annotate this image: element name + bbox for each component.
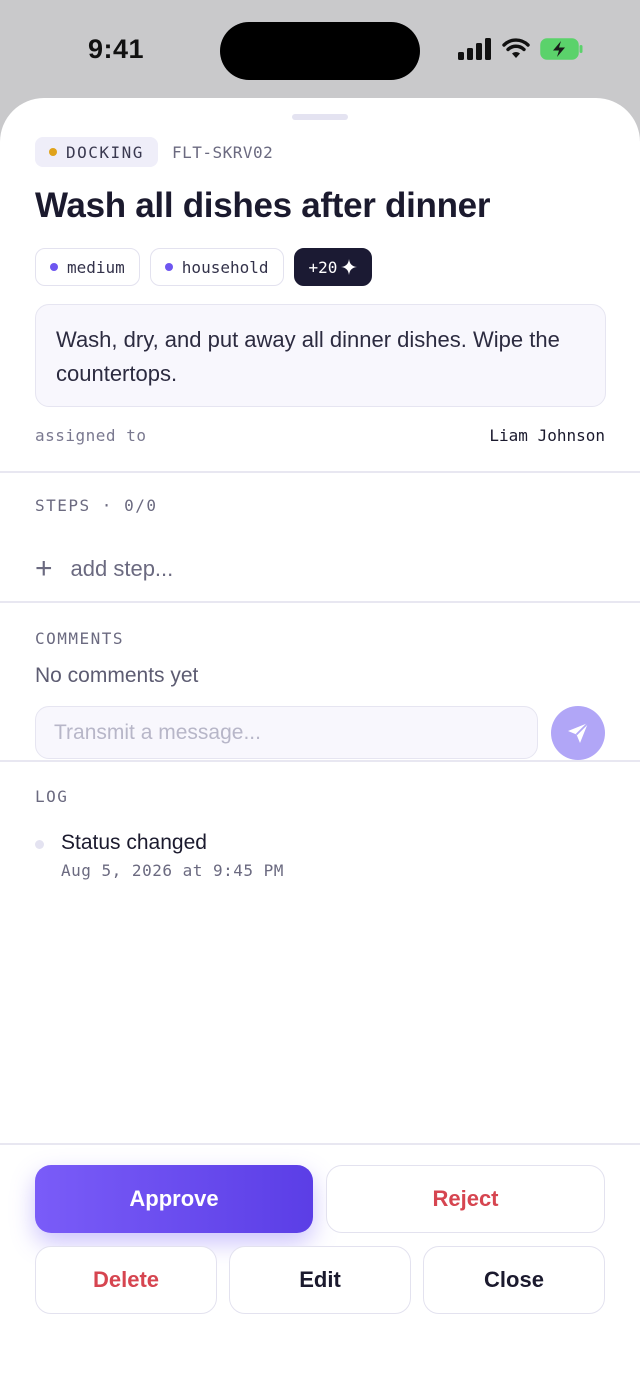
- steps-section-label: STEPS · 0/0: [35, 496, 158, 515]
- task-header: DOCKING FLT-SKRV02: [35, 137, 273, 167]
- tag-label: medium: [67, 257, 125, 277]
- divider: [0, 1143, 640, 1145]
- task-detail-sheet: DOCKING FLT-SKRV02 Wash all dishes after…: [0, 98, 640, 1391]
- status-badge: DOCKING: [35, 137, 158, 167]
- tag-dot: [164, 263, 173, 271]
- task-id: FLT-SKRV02: [171, 142, 274, 162]
- send-comment-button[interactable]: [551, 706, 605, 760]
- points-value: +20: [308, 257, 338, 277]
- wifi-icon: [502, 38, 530, 58]
- sparkle-icon: [341, 259, 358, 275]
- comment-input[interactable]: [35, 706, 538, 759]
- points-badge: +20: [293, 248, 373, 286]
- reject-button[interactable]: Reject: [326, 1165, 605, 1233]
- tag-dot: [50, 263, 58, 271]
- battery-charging-icon: [540, 38, 583, 60]
- assigned-label: assigned to: [35, 426, 147, 445]
- status-time: 9:41: [88, 34, 145, 64]
- plus-icon: +: [35, 552, 53, 585]
- no-comments-text: No comments yet: [35, 664, 199, 687]
- dynamic-island: [220, 22, 420, 80]
- cellular-signal-icon: [458, 38, 491, 60]
- task-tags: medium household +20: [35, 248, 373, 286]
- status-bar: 9:41: [0, 0, 640, 100]
- assigned-row: assigned to Liam Johnson: [35, 426, 605, 445]
- log-entry-text: Status changed: [61, 831, 207, 854]
- tag-label: household: [181, 257, 269, 277]
- status-dot: [49, 148, 57, 156]
- divider: [0, 471, 640, 473]
- add-step-button[interactable]: + add step...: [35, 554, 173, 584]
- status-label: DOCKING: [66, 142, 144, 162]
- tag-priority[interactable]: medium: [35, 248, 140, 286]
- log-dot: [35, 840, 44, 849]
- log-section-label: LOG: [35, 787, 69, 806]
- delete-button[interactable]: Delete: [35, 1246, 217, 1314]
- edit-button[interactable]: Edit: [229, 1246, 411, 1314]
- add-step-label: add step...: [70, 556, 174, 581]
- task-description: Wash, dry, and put away all dinner dishe…: [35, 304, 606, 407]
- comments-section-label: COMMENTS: [35, 629, 125, 648]
- log-entry-time: Aug 5, 2026 at 9:45 PM: [61, 861, 284, 880]
- paper-plane-icon: [568, 722, 589, 743]
- approve-button[interactable]: Approve: [35, 1165, 313, 1233]
- divider: [0, 760, 640, 762]
- tag-category[interactable]: household: [149, 248, 284, 286]
- close-button[interactable]: Close: [423, 1246, 605, 1314]
- status-icons: [458, 38, 584, 60]
- divider: [0, 601, 640, 603]
- sheet-grabber[interactable]: [292, 114, 348, 120]
- task-title: Wash all dishes after dinner: [35, 186, 491, 225]
- assignee-name[interactable]: Liam Johnson: [489, 426, 605, 445]
